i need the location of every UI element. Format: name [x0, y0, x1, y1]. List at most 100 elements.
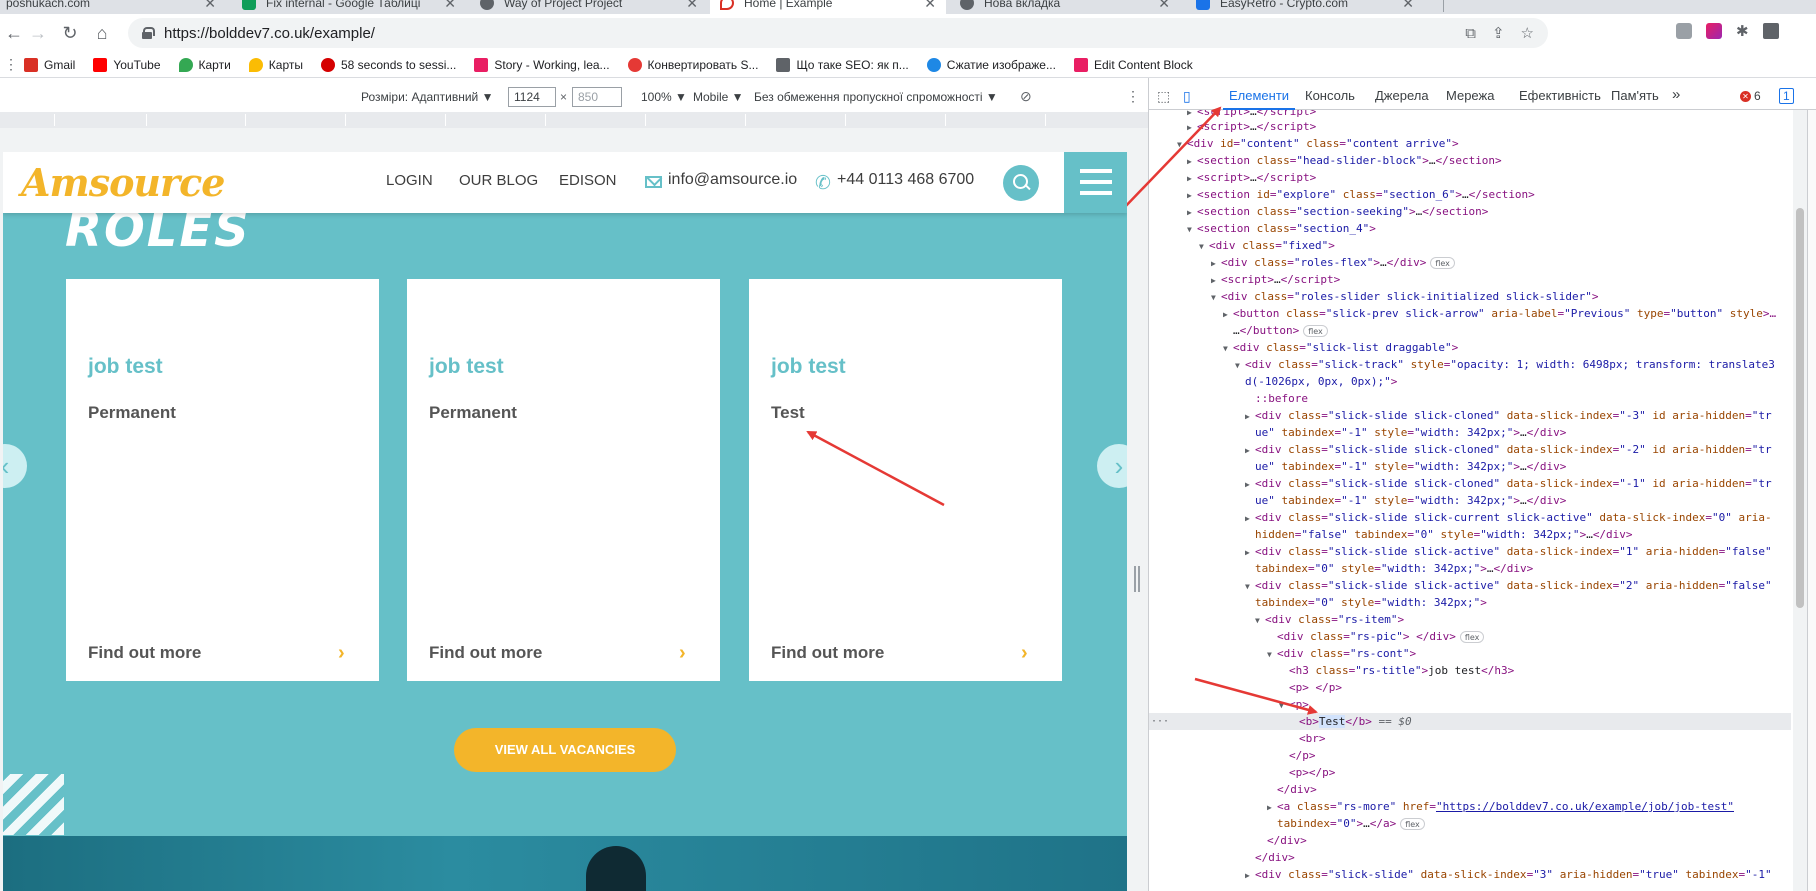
devtools-scrollbar[interactable]: [1793, 110, 1807, 891]
dom-node[interactable]: ▶ <div class="slick-slide slick-current s…: [1149, 509, 1791, 526]
bookmark-gmail[interactable]: Gmail: [24, 57, 75, 72]
browser-tab-active[interactable]: Home | Example ✕: [710, 0, 946, 14]
more-tabs-button[interactable]: »: [1672, 86, 1680, 103]
dom-node[interactable]: ue" tabindex="-1" style="width: 342px;">…: [1149, 424, 1791, 441]
address-bar[interactable]: https://bolddev7.co.uk/example/ ⧉ ⇪ ☆: [128, 18, 1548, 48]
view-all-vacancies-button[interactable]: VIEW ALL VACANCIES: [454, 728, 676, 772]
dom-node[interactable]: ::before: [1149, 390, 1791, 407]
bookmark-maps[interactable]: Карти: [178, 57, 231, 72]
tab-network[interactable]: Мережа: [1446, 88, 1494, 103]
dom-node-selected[interactable]: ··· <b>Test</b> == $0: [1149, 713, 1791, 730]
dom-node[interactable]: </p>: [1149, 747, 1791, 764]
dom-node[interactable]: <p></p>: [1149, 764, 1791, 781]
rotate-icon[interactable]: ⊘: [1020, 88, 1032, 105]
dom-node[interactable]: tabindex="0" style="width: 342px;">: [1149, 594, 1791, 611]
role-card[interactable]: job test Permanent Find out more ›: [407, 279, 720, 681]
search-button[interactable]: [1003, 165, 1039, 201]
dom-node[interactable]: ▶ <div class="slick-slide slick-cloned" d…: [1149, 407, 1791, 424]
nav-our-blog[interactable]: OUR BLOG: [459, 172, 538, 189]
browser-tab[interactable]: Нова вкладка ✕: [960, 0, 1170, 14]
viewport-height-input[interactable]: 850: [572, 87, 622, 107]
dom-node[interactable]: ▶ <div class="slick-slide slick-cloned" d…: [1149, 475, 1791, 492]
browser-tab[interactable]: poshukach.com ✕: [6, 0, 216, 14]
media-query-ruler[interactable]: [0, 112, 1148, 128]
message-count-badge[interactable]: 1: [1779, 88, 1794, 104]
device-toggle-icon[interactable]: ▯: [1183, 88, 1191, 105]
share-icon[interactable]: ⇪: [1492, 24, 1505, 42]
dimensions-select[interactable]: Розміри: Адаптивний ▼: [361, 90, 493, 104]
dom-node[interactable]: ▶ <button class="slick-prev slick-arrow" …: [1149, 305, 1791, 322]
email-link[interactable]: info@amsource.io: [668, 171, 797, 189]
url-text[interactable]: https://bolddev7.co.uk/example/: [164, 25, 375, 42]
dom-node[interactable]: ▼ <div class="fixed">: [1149, 237, 1791, 254]
slider-next-button[interactable]: ›: [1097, 444, 1127, 488]
dom-node[interactable]: ▼ <div class="rs-cont">: [1149, 645, 1791, 662]
bookmark-youtube[interactable]: YouTube: [93, 57, 161, 72]
close-tab-icon[interactable]: ✕: [444, 0, 456, 12]
dom-node[interactable]: ▼ <p>: [1149, 696, 1791, 713]
dom-node[interactable]: ▼ <div class="slick-slide slick-active" d…: [1149, 577, 1791, 594]
dom-node[interactable]: ▼ <div class="roles-slider slick-initiali…: [1149, 288, 1791, 305]
bookmark-story[interactable]: Story - Working, lea...: [474, 57, 610, 72]
dom-node[interactable]: ▶ <script>…</script>: [1149, 169, 1791, 186]
close-tab-icon[interactable]: ✕: [1402, 0, 1414, 12]
chevron-right-icon[interactable]: ›: [679, 642, 686, 665]
tab-memory[interactable]: Пам'ять: [1611, 88, 1659, 103]
find-out-more-link[interactable]: Find out more: [429, 643, 542, 663]
tab-performance[interactable]: Ефективність: [1519, 88, 1601, 103]
phone-link[interactable]: +44 0113 468 6700: [837, 171, 974, 189]
dom-node[interactable]: </div>: [1149, 849, 1791, 866]
puzzle-icon[interactable]: ✱: [1736, 22, 1749, 40]
bookmark-star-icon[interactable]: ☆: [1521, 24, 1534, 42]
apps-icon[interactable]: ⋮: [0, 56, 24, 73]
dom-node[interactable]: ▶ <div class="slick-slide" data-slick-ind…: [1149, 866, 1791, 883]
slider-prev-button[interactable]: ‹: [3, 444, 27, 488]
dom-node[interactable]: ▼ <section class="section_4">: [1149, 220, 1791, 237]
zoom-select[interactable]: 100% ▼: [641, 90, 687, 104]
dom-node[interactable]: ▶ <div class="slick-slide slick-cloned" d…: [1149, 441, 1791, 458]
find-out-more-link[interactable]: Find out more: [88, 643, 201, 663]
dom-node[interactable]: ue" tabindex="-1" style="width: 342px;">…: [1149, 492, 1791, 509]
dom-node[interactable]: d(-1026px, 0px, 0px);">: [1149, 373, 1791, 390]
dom-node[interactable]: </div>: [1149, 781, 1791, 798]
close-tab-icon[interactable]: ✕: [686, 0, 698, 12]
resize-grip-icon[interactable]: [1134, 566, 1140, 592]
bookmark-maps-ru[interactable]: Карты: [248, 57, 303, 72]
dom-node[interactable]: ▶ <div class="slick-slide slick-active" d…: [1149, 543, 1791, 560]
viewport-width-input[interactable]: 1124: [508, 87, 556, 107]
home-icon[interactable]: ⌂: [88, 19, 116, 47]
lock-icon[interactable]: [142, 27, 155, 39]
find-out-more-link[interactable]: Find out more: [771, 643, 884, 663]
dom-node[interactable]: ▼ <div id="content" class="content arrive…: [1149, 135, 1791, 152]
bookmark-seo[interactable]: Що таке SEO: як п...: [776, 57, 909, 72]
tab-elements[interactable]: Елементи: [1222, 88, 1296, 110]
error-count-badge[interactable]: 6: [1740, 89, 1761, 103]
bookmark-edit-content[interactable]: Edit Content Block: [1073, 57, 1193, 72]
translate-icon[interactable]: ⧉: [1465, 25, 1476, 42]
dom-node[interactable]: ▼ <div class="slick-list draggable">: [1149, 339, 1791, 356]
dom-node[interactable]: ▶ <script>…</script>: [1149, 271, 1791, 288]
forward-icon[interactable]: →: [24, 19, 52, 47]
chevron-right-icon[interactable]: ›: [1021, 642, 1028, 665]
extension-icon[interactable]: [1706, 23, 1722, 39]
dom-node[interactable]: <h3 class="rs-title">job test</h3>: [1149, 662, 1791, 679]
dom-node[interactable]: <p> </p>: [1149, 679, 1791, 696]
reload-icon[interactable]: ↻: [56, 19, 84, 47]
device-type-select[interactable]: Mobile ▼: [693, 90, 744, 104]
browser-tab[interactable]: EasyRetro - Crypto.com ✕: [1196, 0, 1414, 14]
dom-node[interactable]: ▶ <section class="head-slider-block">…</s…: [1149, 152, 1791, 169]
more-options-icon[interactable]: ⋮: [1126, 88, 1140, 105]
dom-node[interactable]: <div class="rs-pic"> </div> flex: [1149, 628, 1791, 645]
dom-node[interactable]: tabindex="0" style="width: 342px;">…</di…: [1149, 560, 1791, 577]
close-tab-icon[interactable]: ✕: [1158, 0, 1170, 12]
chevron-right-icon[interactable]: ›: [338, 642, 345, 665]
dom-node[interactable]: ▶ <a class="rs-more" href="https://boldde…: [1149, 798, 1791, 815]
close-tab-icon[interactable]: ✕: [924, 0, 936, 12]
close-tab-icon[interactable]: ✕: [204, 0, 216, 12]
role-card[interactable]: job test Test Find out more ›: [749, 279, 1062, 681]
role-card[interactable]: job test Permanent Find out more ›: [66, 279, 379, 681]
extension-icon[interactable]: [1676, 23, 1692, 39]
dom-node[interactable]: tabindex="0">…</a> flex: [1149, 815, 1791, 832]
nav-login[interactable]: LOGIN: [386, 172, 433, 189]
dom-node[interactable]: ue" tabindex="-1" style="width: 342px;">…: [1149, 458, 1791, 475]
